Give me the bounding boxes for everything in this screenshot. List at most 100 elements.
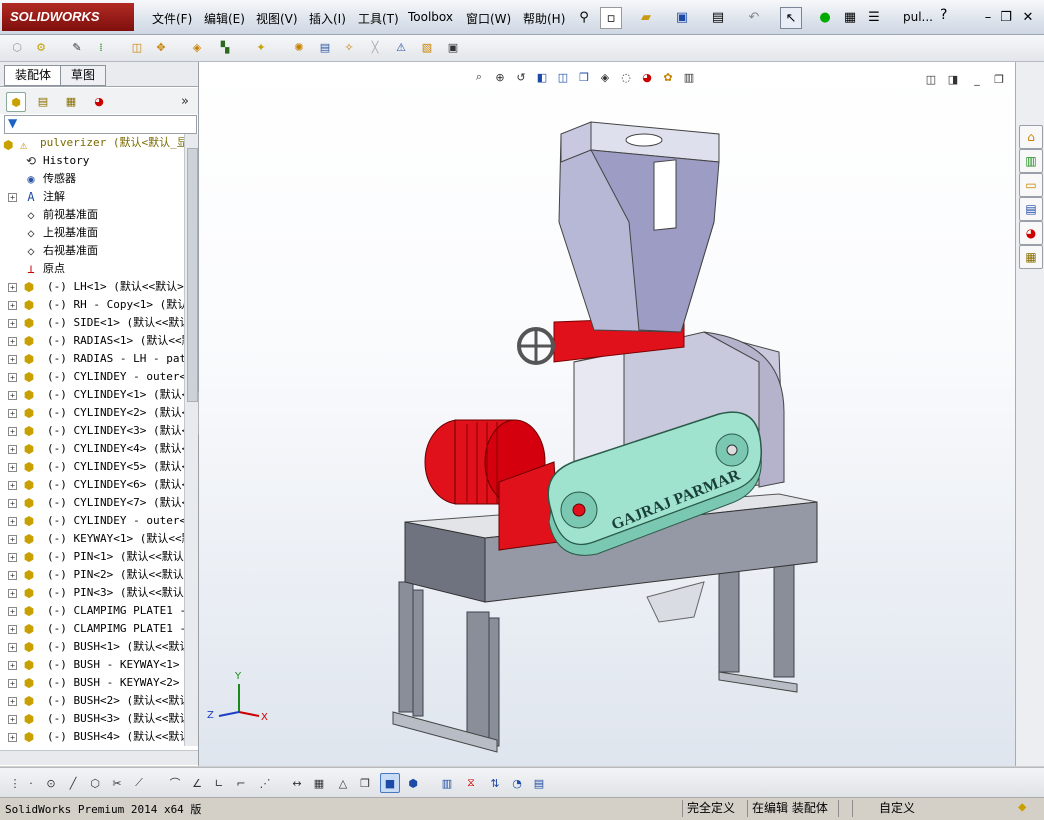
assembly-icon[interactable]: ▥ (438, 774, 456, 792)
tree-item[interactable]: ⊥ 原点 (0, 260, 184, 278)
tree-item[interactable]: + ⬢ (-) LH<1> (默认<<默认>_ (0, 278, 184, 296)
triangle-icon[interactable]: △ (334, 774, 352, 792)
undo-icon[interactable]: ↶ (744, 7, 764, 27)
move-entity-icon[interactable]: ⇅ (486, 774, 504, 792)
edit-appearance-icon[interactable]: ◕ (638, 68, 656, 86)
select-pointer-icon[interactable]: ↖ (780, 7, 802, 29)
tree-item[interactable]: + ⬢ (-) PIN<2> (默认<<默认> (0, 566, 184, 584)
menu-toolbox[interactable]: Toolbox (408, 10, 453, 24)
display-style-icon[interactable]: ◈ (596, 68, 614, 86)
expand-toggle[interactable]: + (8, 445, 17, 454)
tree-item[interactable]: + ⬢ (-) RADIAS - LH - patti (0, 350, 184, 368)
chamfer-icon[interactable]: ∟ (210, 774, 228, 792)
properties-icon[interactable]: ☰ (864, 7, 884, 27)
rebuild-icon[interactable]: ◆ (1018, 799, 1026, 815)
scroll-thumb[interactable] (187, 148, 198, 402)
feature-tree-tab-icon[interactable]: ⬢ (6, 92, 26, 112)
angle-icon[interactable]: ∠ (188, 774, 206, 792)
units-selector[interactable]: 自定义 (852, 800, 937, 817)
tree-root-pulverizer[interactable]: ⬢ ⚠ pulverizer (默认<默认_显 (0, 134, 184, 152)
tree-item[interactable]: + ⬢ (-) CYLINDEY - outer<2> (0, 512, 184, 530)
traffic-light-icon[interactable]: ● (815, 7, 835, 27)
tree-item[interactable]: + ⬢ (-) CYLINDEY<5> (默认<< (0, 458, 184, 476)
expand-toggle[interactable]: + (8, 193, 17, 202)
fillet-icon[interactable]: ⌒ (166, 774, 184, 792)
expand-toggle[interactable]: + (8, 427, 17, 436)
section-view-icon[interactable]: ◧ (533, 68, 551, 86)
zoom-to-fit-icon[interactable]: ⌕ (470, 68, 488, 86)
zoom-to-area-icon[interactable]: ⊕ (491, 68, 509, 86)
tree-vertical-scrollbar[interactable] (184, 134, 198, 746)
tree-item[interactable]: ◉ 传感器 (0, 170, 184, 188)
menu-file[interactable]: 文件(F) (152, 10, 192, 27)
expand-toggle[interactable]: + (8, 283, 17, 292)
tree-item[interactable]: + ⬢ (-) PIN<1> (默认<<默认> (0, 548, 184, 566)
mate-icon[interactable]: ⚙ (32, 38, 50, 56)
design-library-icon[interactable]: ▥ (1019, 149, 1043, 173)
tree-item[interactable]: + ⬢ (-) RH - Copy<1> (默认< (0, 296, 184, 314)
expand-toggle[interactable]: + (8, 463, 17, 472)
tree-item[interactable]: ◇ 前视基准面 (0, 206, 184, 224)
new-document-icon[interactable]: ▫ (600, 7, 622, 29)
assembly-features-icon[interactable]: ▚ (216, 38, 234, 56)
restore-icon[interactable]: ❐ (996, 7, 1016, 27)
new-motion-study-icon[interactable]: ✺ (290, 38, 308, 56)
tree-item[interactable]: + ⬢ (-) CYLINDEY<4> (默认<< (0, 440, 184, 458)
property-manager-tab-icon[interactable]: ▤ (34, 92, 52, 110)
smart-dimension-icon[interactable]: ↔ (288, 774, 306, 792)
expand-toggle[interactable]: + (8, 355, 17, 364)
expand-tabs-icon[interactable]: » (176, 92, 194, 110)
solidworks-logo[interactable]: SOLIDWORKS (2, 3, 134, 31)
tree-filter-input[interactable]: ▼ (4, 115, 197, 134)
menu-edit[interactable]: 编辑(E) (204, 10, 245, 27)
expand-toggle[interactable]: + (8, 715, 17, 724)
linear-pattern-icon[interactable]: ⁞ (92, 38, 110, 56)
rotate-entity-icon[interactable]: ◔ (508, 774, 526, 792)
display-manager-tab-icon[interactable]: ◕ (90, 92, 108, 110)
table-icon[interactable]: ▤ (530, 774, 548, 792)
tree-item[interactable]: + ⬢ (-) CLAMPIMG PLATE1 - 4 (0, 602, 184, 620)
help-button[interactable]: ? (940, 7, 947, 23)
tree-item[interactable]: + ⬢ (-) BUSH<3> (默认<<默认 (0, 710, 184, 728)
menu-view[interactable]: 视图(V) (256, 10, 298, 27)
tree-item[interactable]: + ⬢ (-) RADIAS<1> (默认<<默 (0, 332, 184, 350)
configuration-manager-tab-icon[interactable]: ▦ (62, 92, 80, 110)
expand-toggle[interactable]: + (8, 499, 17, 508)
expand-toggle[interactable]: + (8, 409, 17, 418)
save-icon[interactable]: ▣ (672, 7, 692, 27)
tree-item[interactable]: + ⬢ (-) CYLINDEY<3> (默认<< (0, 422, 184, 440)
menu-insert[interactable]: 插入(I) (309, 10, 346, 27)
expand-toggle[interactable]: + (8, 571, 17, 580)
expand-toggle[interactable]: + (8, 373, 17, 382)
tree-item[interactable]: ⟲ History (0, 152, 184, 170)
grid-icon[interactable]: ▦ (310, 774, 328, 792)
expand-toggle[interactable]: + (8, 625, 17, 634)
appearances-icon[interactable]: ◕ (1019, 221, 1043, 245)
isometric-cube-icon[interactable]: ⬢ (404, 774, 422, 792)
tree-item[interactable]: ◇ 上视基准面 (0, 224, 184, 242)
tree-item[interactable]: + ⬢ (-) BUSH<2> (默认<<默认 (0, 692, 184, 710)
tree-horizontal-scrollbar[interactable] (0, 750, 198, 765)
cube-icon[interactable]: ❒ (356, 774, 374, 792)
view-orientation-icon[interactable]: ❒ (575, 68, 593, 86)
clearance-verification-icon[interactable]: ▧ (418, 38, 436, 56)
options-icon[interactable]: ▦ (840, 7, 860, 27)
tree-item[interactable]: + ⬢ (-) BUSH - KEYWAY<1> (默 (0, 656, 184, 674)
graphics-area[interactable]: GAJRAJ PARMAR Y X Z (199, 62, 1015, 766)
expand-toggle[interactable]: + (8, 319, 17, 328)
expand-toggle[interactable]: + (8, 589, 17, 598)
custom-properties-icon[interactable]: ▦ (1019, 245, 1043, 269)
viewport-minimize-icon[interactable]: _ (968, 70, 986, 88)
expand-toggle[interactable]: + (8, 661, 17, 670)
tab-assembly[interactable]: 装配体 (4, 65, 63, 86)
expand-toggle[interactable]: + (8, 679, 17, 688)
line-icon[interactable]: ╱ (64, 774, 82, 792)
view-settings-icon[interactable]: ▥ (680, 68, 698, 86)
instant3d-icon[interactable]: ▣ (444, 38, 462, 56)
menu-tools[interactable]: 工具(T) (358, 10, 399, 27)
expand-toggle[interactable]: + (8, 337, 17, 346)
insert-component-icon[interactable]: ⬡ (8, 38, 26, 56)
apply-scene-icon[interactable]: ✿ (659, 68, 677, 86)
interference-detection-icon[interactable]: ⚠ (392, 38, 410, 56)
shaded-cube-icon[interactable]: ■ (380, 773, 400, 793)
